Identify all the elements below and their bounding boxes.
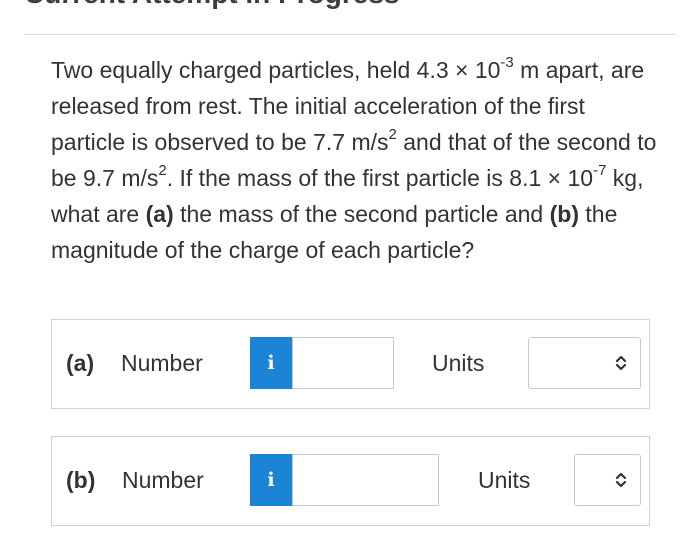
exponent-3: 2: [158, 162, 167, 180]
units-select[interactable]: [574, 454, 641, 506]
units-label: Units: [478, 467, 531, 493]
chevron-up-down-icon: [615, 472, 627, 488]
page-heading: Current Attempt in Progress: [24, 0, 399, 10]
part-label: (b): [66, 467, 96, 493]
exponent-2: 2: [388, 126, 397, 144]
assignment-page: Current Attempt in Progress Two equally …: [0, 0, 700, 552]
part-a-marker: (a): [145, 201, 174, 227]
question-text-part-4: . If the mass of the first particle is 8…: [166, 165, 594, 191]
info-icon[interactable]: i: [250, 454, 292, 506]
part-label: (a): [66, 350, 95, 376]
heading-divider: [24, 34, 676, 35]
exponent-4: -7: [593, 162, 607, 180]
exponent-1: -3: [500, 54, 514, 72]
number-input[interactable]: [292, 337, 394, 389]
question-text-part-1: Two equally charged particles, held 4.3 …: [51, 57, 501, 83]
number-label: Number: [122, 467, 204, 493]
question-text: Two equally charged particles, held 4.3 …: [51, 52, 661, 268]
number-label: Number: [121, 350, 203, 376]
number-input[interactable]: [292, 454, 439, 506]
units-label: Units: [432, 350, 485, 376]
chevron-up-down-icon: [615, 355, 627, 371]
info-icon[interactable]: i: [250, 337, 292, 389]
units-select[interactable]: [528, 337, 641, 389]
part-b-marker: (b): [549, 201, 579, 227]
question-text-part-6: the mass of the second particle and: [173, 201, 550, 227]
answer-row-a: (a) Number i Units: [51, 319, 650, 409]
answer-row-b: (b) Number i Units: [51, 436, 650, 526]
